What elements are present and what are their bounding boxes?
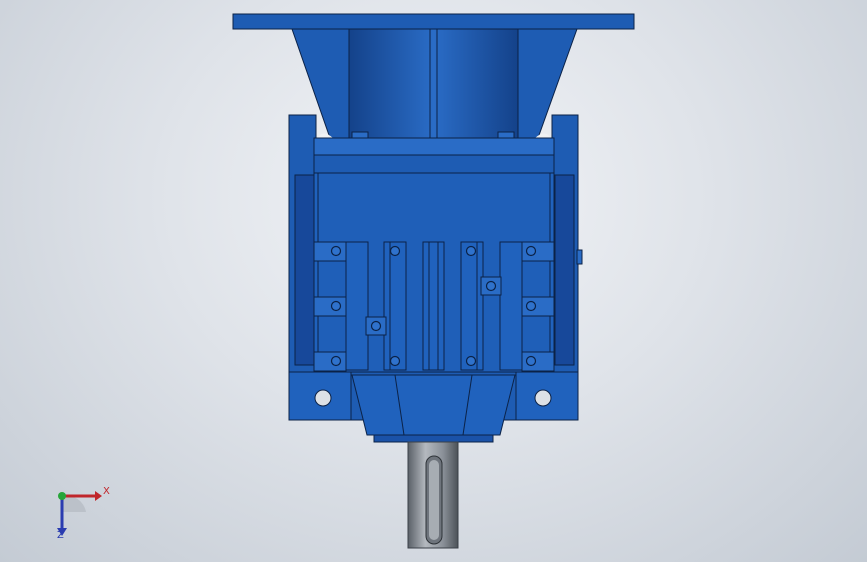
y-axis-marker [58,492,66,500]
graphics-viewport[interactable]: X Z [0,0,867,562]
mount-hole-left [314,389,332,407]
keyway-inner [429,460,439,540]
side-plug [576,249,583,265]
bolt-tab [313,351,347,372]
x-axis-label: X [103,486,110,497]
rib-4 [460,241,484,371]
gearbox-model[interactable] [0,0,867,562]
mount-hole-right [534,389,552,407]
bolt-tab [313,296,347,317]
z-axis-label: Z [57,530,64,541]
right-ear-inner [554,174,575,366]
triad-plane [62,495,86,512]
rib-2 [383,241,407,371]
coordinate-triad: X Z [40,482,120,552]
housing-mid-band [313,154,555,174]
rib-5 [499,241,523,371]
motor-adapter-cylinder [348,28,519,140]
rib-3 [422,241,445,371]
bolt-tab [313,241,347,262]
left-ear-inner [294,174,316,366]
housing-top-band [313,137,555,156]
top-flange-plate [232,13,635,30]
output-collar [373,434,494,443]
rib-1 [345,241,369,371]
x-axis-arrowhead [95,491,102,501]
output-cone [351,374,516,436]
